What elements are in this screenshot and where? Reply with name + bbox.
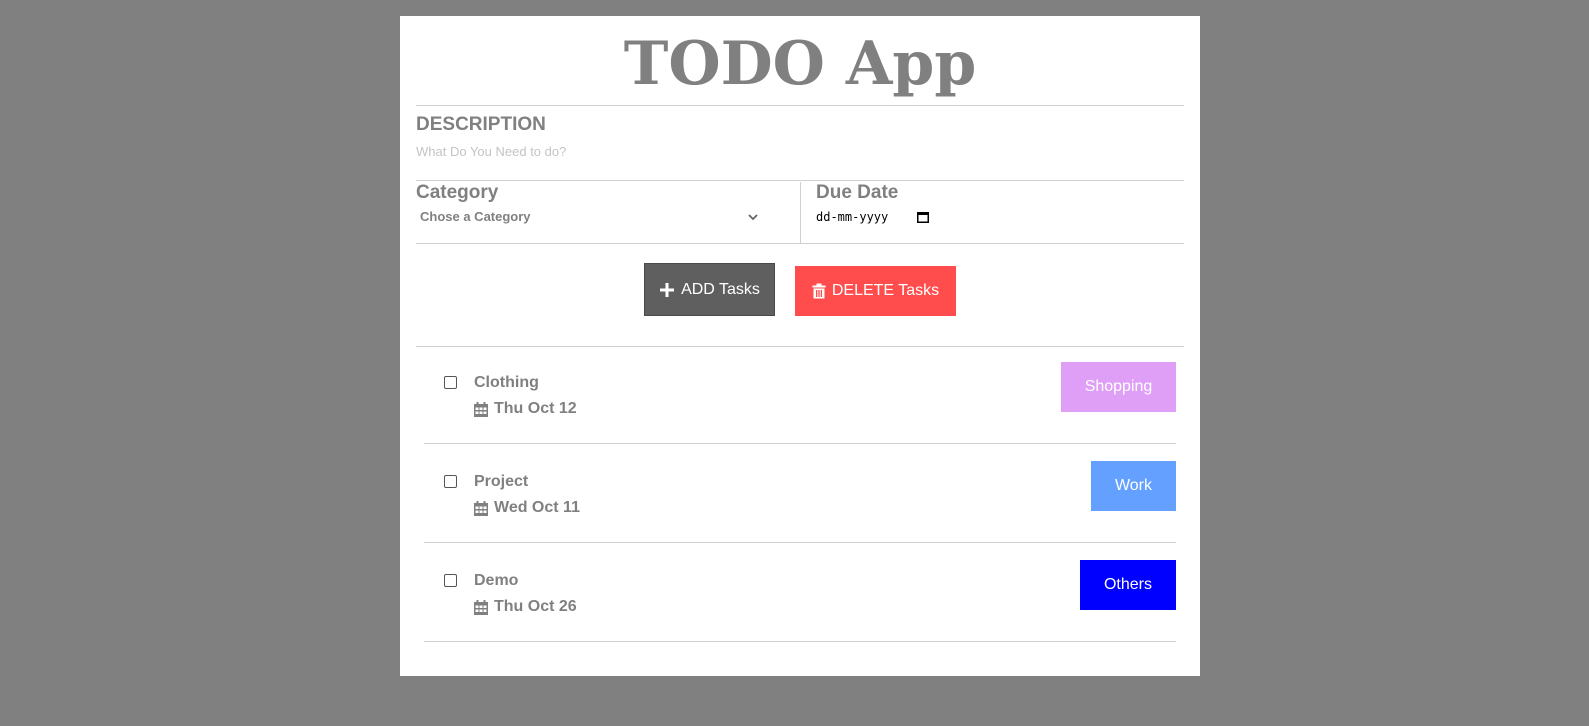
app-title: TODO App — [623, 29, 977, 99]
task-name: Demo — [474, 572, 519, 589]
calendar-picker-icon[interactable] — [916, 210, 930, 224]
task-date-text: Wed Oct 11 — [494, 499, 580, 516]
calendar-icon — [474, 599, 488, 615]
task-name: Project — [474, 473, 529, 490]
todo-card: TODO App DESCRIPTION Category Chose a Ca… — [400, 16, 1200, 676]
list-item: Project Wed Oct 11 Work — [424, 445, 1176, 543]
task-checkbox[interactable] — [444, 475, 457, 488]
task-date-text: Thu Oct 12 — [494, 400, 577, 417]
task-date: Wed Oct 11 — [474, 498, 580, 518]
list-item: Demo Thu Oct 26 Others — [424, 544, 1176, 642]
add-tasks-button[interactable]: ADD Tasks — [644, 263, 775, 316]
task-checkbox[interactable] — [444, 376, 457, 389]
delete-tasks-button[interactable]: DELETE Tasks — [795, 266, 956, 316]
category-badge: Shopping — [1061, 362, 1176, 412]
task-date-text: Thu Oct 26 — [494, 598, 577, 615]
column-divider — [800, 182, 801, 244]
due-date-label: Due Date — [816, 182, 899, 203]
calendar-icon — [474, 401, 488, 417]
calendar-icon — [474, 500, 488, 516]
due-date-placeholder: dd-mm-yyyy — [816, 210, 889, 224]
plus-icon — [660, 282, 675, 297]
due-date-input[interactable]: dd-mm-yyyy — [816, 206, 936, 228]
add-tasks-label: ADD Tasks — [681, 280, 760, 298]
divider — [416, 180, 1184, 181]
list-item: Clothing Thu Oct 12 Shopping — [424, 346, 1176, 444]
task-checkbox[interactable] — [444, 574, 457, 587]
description-label: DESCRIPTION — [416, 114, 546, 135]
divider — [416, 243, 1184, 244]
task-name: Clothing — [474, 374, 539, 391]
chevron-down-icon — [748, 214, 758, 221]
divider — [416, 105, 1184, 106]
category-label: Category — [416, 182, 499, 203]
description-input[interactable] — [416, 140, 1156, 162]
trash-icon — [812, 283, 826, 299]
delete-tasks-label: DELETE Tasks — [831, 282, 940, 299]
category-badge: Others — [1080, 560, 1176, 610]
task-date: Thu Oct 26 — [474, 597, 577, 617]
category-badge: Work — [1091, 461, 1176, 511]
category-selected-value: Chose a Category — [420, 209, 531, 224]
task-date: Thu Oct 12 — [474, 399, 577, 419]
category-select[interactable]: Chose a Category — [420, 206, 760, 228]
